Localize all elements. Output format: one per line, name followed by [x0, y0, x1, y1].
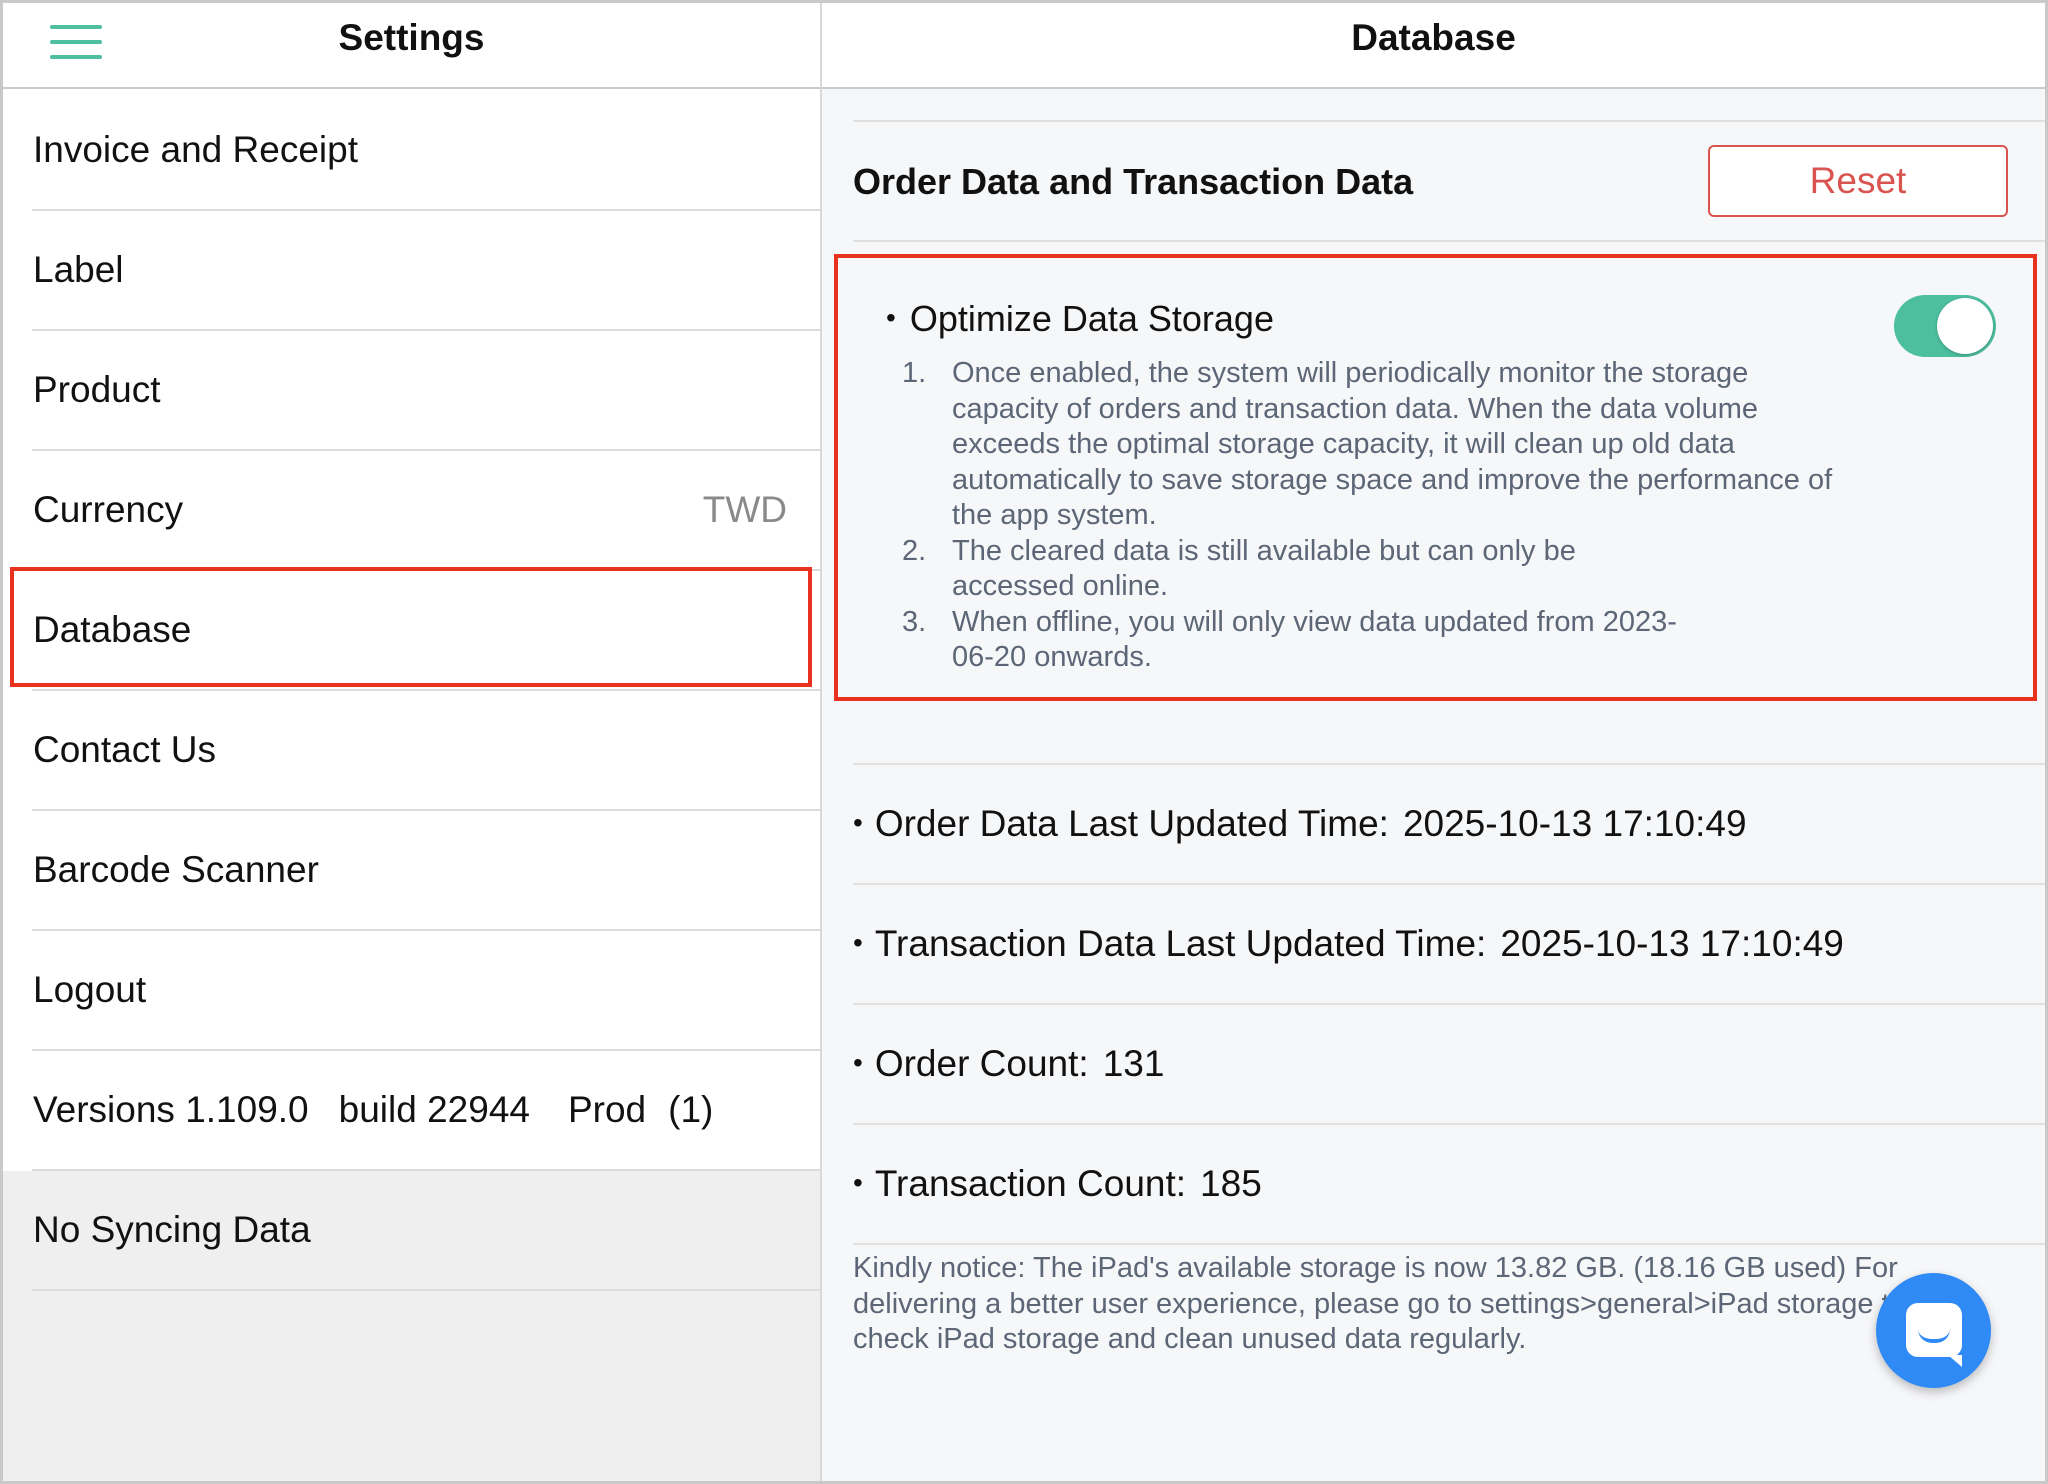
- menu-item-label: Barcode Scanner: [33, 849, 319, 890]
- optimize-storage-label: Optimize Data Storage: [909, 298, 1274, 339]
- menu-item-invoice-and-receipt[interactable]: Invoice and Receipt: [3, 91, 820, 211]
- menu-item-label[interactable]: Label: [3, 211, 820, 331]
- database-header: Database: [822, 3, 2045, 89]
- stat-label: Transaction Count:: [874, 1163, 1187, 1204]
- build-number: build 22944: [338, 1089, 530, 1130]
- toggle-knob: [1937, 298, 1993, 354]
- optimize-storage-list: 1. Once enabled, the system will periodic…: [902, 356, 1842, 676]
- bullet: •: [853, 1167, 863, 1198]
- bullet: •: [886, 302, 896, 333]
- menu-item-database[interactable]: Database: [3, 571, 820, 691]
- menu-item-logout[interactable]: Logout: [3, 931, 820, 1051]
- version-number: Versions 1.109.0: [33, 1089, 309, 1130]
- database-panel: Database Order Data and Transaction Data…: [822, 3, 2045, 1481]
- menu-item-barcode-scanner[interactable]: Barcode Scanner: [3, 811, 820, 931]
- menu-item-label: Contact Us: [33, 729, 217, 770]
- bullet: •: [853, 807, 863, 838]
- stat-value: 131: [1102, 1043, 1165, 1084]
- divider: [853, 240, 2045, 242]
- settings-sidebar: Settings Invoice and Receipt Label Produ…: [3, 3, 820, 1481]
- list-item: 2. The cleared data is still available bu…: [902, 534, 1662, 605]
- menu-item-label: Database: [33, 609, 192, 650]
- stat-value: 2025-10-13 17:10:49: [1500, 923, 1844, 964]
- settings-header: Settings: [3, 3, 820, 89]
- list-number: 2.: [902, 534, 927, 567]
- environment: Prod: [567, 1089, 647, 1130]
- list-text: When offline, you will only view data up…: [952, 605, 1677, 674]
- list-item: 3. When offline, you will only view data …: [902, 605, 1692, 676]
- menu-item-product[interactable]: Product: [3, 331, 820, 451]
- divider: [853, 1243, 2045, 1245]
- divider: [853, 883, 2045, 885]
- menu-item-label: Label: [33, 249, 124, 290]
- divider: [853, 1123, 2045, 1125]
- list-text: Once enabled, the system will periodical…: [952, 357, 1833, 531]
- version-info: Versions 1.109.0 build 22944 Prod (1): [3, 1051, 820, 1171]
- transaction-last-updated: • Transaction Data Last Updated Time: 2025…: [853, 923, 1844, 965]
- menu-item-label: Currency: [33, 489, 184, 530]
- optimize-storage-title: • Optimize Data Storage: [886, 298, 1274, 340]
- bullet: •: [853, 1047, 863, 1078]
- menu-item-contact-us[interactable]: Contact Us: [3, 691, 820, 811]
- menu-item-label: Product: [33, 369, 161, 410]
- currency-value: TWD: [702, 489, 787, 530]
- sync-status-text: No Syncing Data: [33, 1209, 311, 1250]
- sidebar-empty-area: [3, 1291, 820, 1481]
- settings-menu: Invoice and Receipt Label Product Curren…: [3, 91, 820, 1291]
- optimize-storage-card: • Optimize Data Storage 1. Once enabled, t…: [834, 254, 2037, 701]
- stat-label: Order Count:: [874, 1043, 1089, 1084]
- menu-item-label: Logout: [33, 969, 147, 1010]
- settings-title: Settings: [338, 17, 485, 58]
- menu-item-label: Invoice and Receipt: [33, 129, 358, 170]
- stat-value: 185: [1200, 1163, 1262, 1204]
- section-title: Order Data and Transaction Data: [853, 161, 1414, 202]
- bullet: •: [853, 927, 863, 958]
- stat-label: Transaction Data Last Updated Time:: [874, 923, 1487, 964]
- environment-count: (1): [668, 1089, 714, 1130]
- order-count: • Order Count: 131: [853, 1043, 1164, 1085]
- version-text: Versions 1.109.0 build 22944 Prod (1): [33, 1089, 713, 1131]
- list-text: The cleared data is still available but …: [952, 534, 1576, 603]
- list-item: 1. Once enabled, the system will periodic…: [902, 356, 1842, 534]
- order-last-updated: • Order Data Last Updated Time: 2025-10-13…: [853, 803, 1747, 845]
- database-title: Database: [1351, 17, 1516, 58]
- chat-button[interactable]: [1876, 1273, 1991, 1388]
- stat-label: Order Data Last Updated Time:: [874, 803, 1389, 844]
- divider: [853, 1003, 2045, 1005]
- divider: [853, 763, 2045, 765]
- menu-item-currency[interactable]: Currency TWD: [3, 451, 820, 571]
- list-number: 1.: [902, 357, 927, 389]
- stat-value: 2025-10-13 17:10:49: [1402, 803, 1747, 844]
- divider: [853, 120, 2045, 122]
- reset-button[interactable]: Reset: [1708, 145, 2008, 217]
- storage-notice: Kindly notice: The iPad's available stor…: [853, 1252, 1906, 1355]
- sync-status: No Syncing Data: [3, 1171, 820, 1291]
- list-number: 3.: [902, 605, 927, 638]
- optimize-storage-toggle[interactable]: [1894, 295, 1996, 357]
- transaction-count: • Transaction Count: 185: [853, 1163, 1262, 1205]
